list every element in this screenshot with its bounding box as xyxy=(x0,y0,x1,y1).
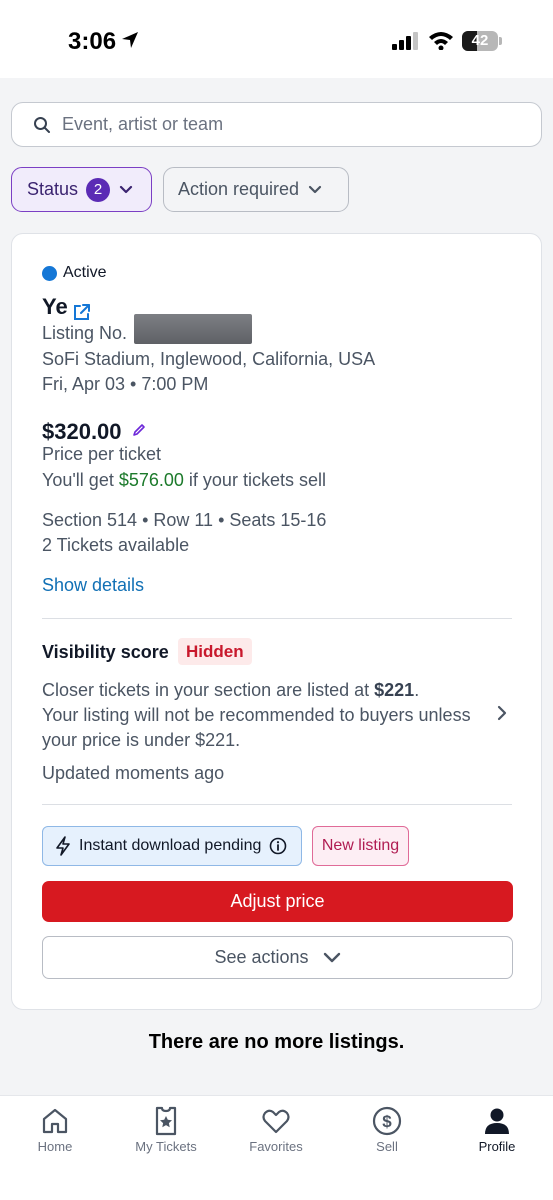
earnings-suffix: if your tickets sell xyxy=(183,470,326,490)
visibility-description: Closer tickets in your section are liste… xyxy=(42,678,472,753)
earnings-prefix: You'll get xyxy=(42,470,119,490)
tab-favorites[interactable]: Favorites xyxy=(221,1096,331,1176)
tab-my-tickets[interactable]: My Tickets xyxy=(111,1096,221,1176)
visibility-line1-suffix: . xyxy=(414,680,420,700)
venue: SoFi Stadium, Inglewood, California, USA xyxy=(42,349,376,369)
see-actions-button[interactable]: See actions xyxy=(42,936,513,979)
listing-number-label: Listing No. xyxy=(42,323,128,343)
tab-profile[interactable]: Profile xyxy=(442,1096,552,1176)
event-name: Ye xyxy=(42,294,68,319)
tickets-available: 2 Tickets available xyxy=(42,535,190,555)
lightning-bolt-icon xyxy=(56,836,70,856)
wifi-icon xyxy=(429,32,453,50)
info-icon[interactable] xyxy=(269,837,287,855)
updated-timestamp: Updated moments ago xyxy=(42,763,225,783)
see-actions-label: See actions xyxy=(214,947,309,967)
visibility-line1-prefix: Closer tickets in your section are liste… xyxy=(42,680,375,700)
tab-profile-label: Profile xyxy=(478,1139,516,1154)
external-link-icon[interactable] xyxy=(72,303,91,322)
status-bar: 3:06 42 xyxy=(0,0,553,78)
tab-sell-label: Sell xyxy=(376,1139,398,1154)
chevron-down-icon xyxy=(323,952,340,962)
show-details-link[interactable]: Show details xyxy=(42,575,144,596)
action-required-label: Action required xyxy=(178,179,300,199)
status-count-badge: 2 xyxy=(86,177,111,202)
visibility-score-title: Visibility score xyxy=(42,642,169,662)
edit-pencil-icon[interactable] xyxy=(132,423,146,437)
battery-level: 42 xyxy=(471,32,489,49)
bottom-tab-bar: Home My Tickets Favorites $ Sell Profile xyxy=(0,1095,553,1200)
redacted-listing-number xyxy=(134,314,252,344)
divider xyxy=(42,804,512,805)
ticket-price: $320.00 xyxy=(42,419,122,444)
action-required-filter-button[interactable]: Action required xyxy=(163,167,349,212)
search-bar[interactable] xyxy=(11,102,542,147)
instant-download-label: Instant download pending xyxy=(79,837,262,854)
tab-home[interactable]: Home xyxy=(0,1096,110,1176)
price-caption: Price per ticket xyxy=(42,444,162,464)
search-input[interactable] xyxy=(62,103,522,145)
tab-my-tickets-label: My Tickets xyxy=(135,1139,197,1154)
visibility-line2: Your listing will not be recommended to … xyxy=(42,705,471,750)
listing-status: Active xyxy=(63,264,107,281)
instant-download-badge[interactable]: Instant download pending xyxy=(42,826,302,866)
chevron-down-icon xyxy=(119,185,133,193)
status-time: 3:06 xyxy=(68,28,117,55)
svg-text:$: $ xyxy=(382,1112,392,1131)
chevron-down-icon xyxy=(308,185,322,193)
cellular-signal-icon xyxy=(392,32,418,50)
visibility-badge: Hidden xyxy=(178,638,252,665)
tab-favorites-label: Favorites xyxy=(249,1139,303,1154)
event-date: Fri, Apr 03 • 7:00 PM xyxy=(42,374,209,394)
new-listing-badge: New listing xyxy=(312,826,409,866)
status-filter-button[interactable]: Status 2 xyxy=(11,167,152,212)
end-of-list-message: There are no more listings. xyxy=(148,1031,405,1053)
location-arrow-icon xyxy=(122,32,138,48)
home-icon xyxy=(42,1108,68,1134)
chevron-right-icon[interactable] xyxy=(496,704,508,722)
tab-sell[interactable]: $ Sell xyxy=(332,1096,442,1176)
divider xyxy=(42,618,512,619)
earnings-text: You'll get $576.00 if your tickets sell xyxy=(42,470,326,491)
adjust-price-button[interactable]: Adjust price xyxy=(42,881,513,922)
status-filter-label: Status xyxy=(27,179,79,199)
status-dot xyxy=(42,266,57,281)
ticket-icon xyxy=(155,1106,177,1136)
listing-card: Active Ye Listing No. SoFi Stadium, Ingl… xyxy=(11,233,542,1010)
dollar-icon: $ xyxy=(372,1106,402,1136)
earnings-amount: $576.00 xyxy=(118,470,184,490)
tab-home-label: Home xyxy=(37,1139,73,1154)
person-icon xyxy=(485,1108,509,1134)
battery-icon: 42 xyxy=(462,31,502,51)
search-icon xyxy=(34,117,50,133)
heart-icon xyxy=(262,1109,290,1134)
seat-info: Section 514 • Row 11 • Seats 15-16 xyxy=(42,510,327,530)
visibility-line1-amount: $221 xyxy=(374,680,415,700)
